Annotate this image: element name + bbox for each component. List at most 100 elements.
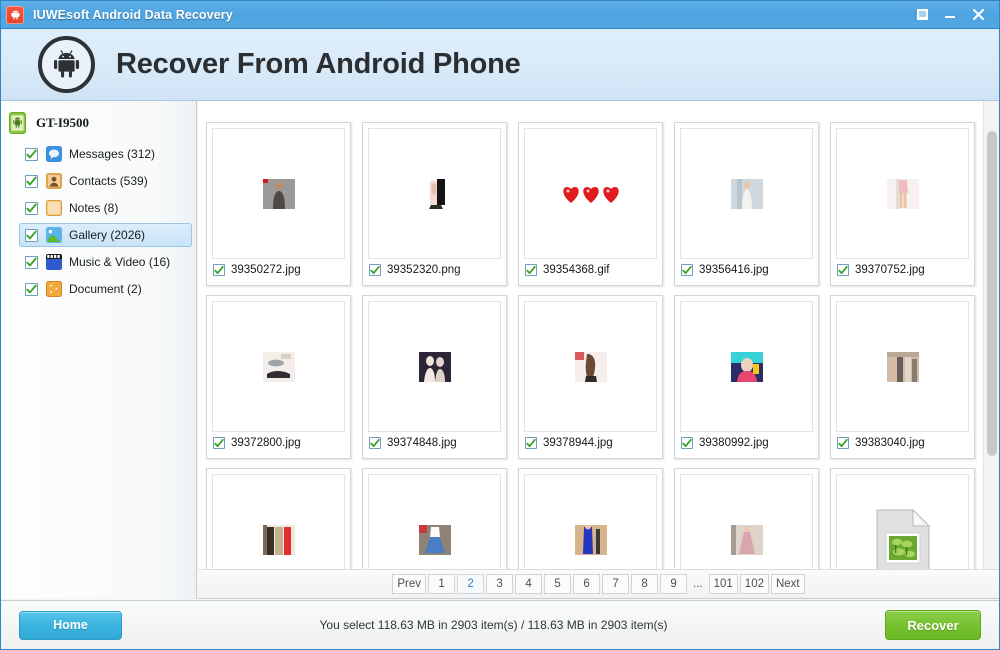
messages-checkbox[interactable] [25,147,38,161]
contacts-checkbox[interactable] [25,174,38,188]
gallery-item-footer: 39350272.jpg [207,259,350,281]
girl-back-photo [574,351,607,382]
check-icon [838,438,848,447]
pagination-page-101[interactable]: 101 [708,574,738,594]
thumbnail-container [368,301,501,432]
check-icon [26,203,37,212]
gallery-item-checkbox[interactable] [369,437,381,449]
sidebar-item-messages[interactable]: Messages (312) [19,142,192,166]
gallery-item-name: 39354368.gif [543,264,610,276]
pagination-page-5[interactable]: 5 [544,574,572,594]
gallery-checkbox[interactable] [25,228,38,242]
gallery-item-checkbox[interactable] [369,264,381,276]
application-window: IUWEsoft Android Data Recovery Recover F… [0,0,1000,650]
sidebar-item-label: Notes (8) [69,201,119,215]
restore-icon [916,9,928,20]
gallery-item[interactable] [362,468,507,569]
gallery-item-footer: 39372800.jpg [207,432,350,454]
red-trousers-photo [262,524,295,555]
minimize-icon [945,15,955,18]
gallery-item-checkbox[interactable] [681,437,693,449]
gallery-item[interactable] [674,468,819,569]
thumbnail-container [680,301,813,432]
thumbnail-container [836,128,969,259]
gallery-item-checkbox[interactable] [837,437,849,449]
pagination-prev[interactable]: Prev [392,574,427,594]
thumbnail-container [212,128,345,259]
sidebar-item-gallery[interactable]: Gallery (2026) [19,223,192,247]
gallery-item[interactable]: 39370752.jpg [830,122,975,286]
gallery-item-checkbox[interactable] [213,437,225,449]
gallery-item-checkbox[interactable] [681,264,693,276]
gallery-item[interactable]: 39372800.jpg [206,295,351,459]
check-icon [682,265,692,274]
content-area: 39350272.jpg 39352320.png 39354368.gif 3… [198,101,999,599]
footer-bar: Home You select 118.63 MB in 2903 item(s… [1,600,999,649]
close-button[interactable] [965,2,991,28]
pagination-page-2[interactable]: 2 [457,574,485,594]
pagination-ellipsis: ... [693,578,703,590]
gallery-item[interactable]: 39378944.jpg [518,295,663,459]
gallery-item-name: 39383040.jpg [855,437,925,449]
messages-icon [46,146,62,162]
gallery-icon [46,227,62,243]
gallery-item-name: 39350272.jpg [231,264,301,276]
check-icon [214,265,224,274]
pink-dress-photo [730,524,763,555]
gallery-item-footer: 39383040.jpg [831,432,974,454]
gallery-item-name: 39374848.jpg [387,437,457,449]
gallery-item-checkbox[interactable] [525,437,537,449]
gallery-item[interactable]: 39354368.gif [518,122,663,286]
gallery-item-checkbox[interactable] [525,264,537,276]
gallery-item-name: 39370752.jpg [855,264,925,276]
sidebar-item-notes[interactable]: Notes (8) [19,196,192,220]
gallery-item[interactable] [206,468,351,569]
recover-button[interactable]: Recover [885,610,981,640]
vertical-scrollbar[interactable] [983,101,999,569]
pagination-next[interactable]: Next [770,574,805,594]
sidebar-item-label: Document (2) [69,282,142,296]
thumbnail-container [524,128,657,259]
pagination-page-7[interactable]: 7 [602,574,630,594]
thumbnail-container [680,128,813,259]
scrollbar-thumb[interactable] [987,131,997,456]
check-icon [370,265,380,274]
check-icon [526,265,536,274]
thumbnail-container [368,474,501,569]
gallery-item[interactable]: 39380992.jpg [674,295,819,459]
pagination-page-8[interactable]: 8 [631,574,659,594]
pagination-page-1[interactable]: 1 [428,574,456,594]
pagination-page-102[interactable]: 102 [739,574,769,594]
check-icon [838,265,848,274]
document-checkbox[interactable] [25,282,38,296]
gallery-item[interactable]: 39383040.jpg [830,295,975,459]
gallery-item-footer: 39356416.jpg [675,259,818,281]
gallery-item[interactable]: 39356416.jpg [674,122,819,286]
gallery-item-checkbox[interactable] [837,264,849,276]
gallery-item-checkbox[interactable] [213,264,225,276]
gallery-item[interactable]: 39352320.png [362,122,507,286]
pagination-page-9[interactable]: 9 [660,574,688,594]
gallery-item[interactable]: 39374848.jpg [362,295,507,459]
minimize-button[interactable] [937,2,963,28]
gallery-item-name: 39356416.jpg [699,264,769,276]
music-video-checkbox[interactable] [25,255,38,269]
gallery-item-footer: 39354368.gif [519,259,662,281]
page-banner: Recover From Android Phone [1,29,999,101]
sidebar-item-document[interactable]: Document (2) [19,277,192,301]
gallery-item[interactable] [830,468,975,569]
sidebar-item-music-video[interactable]: Music & Video (16) [19,250,192,274]
gallery-item[interactable] [518,468,663,569]
sidebar-item-contacts[interactable]: Contacts (539) [19,169,192,193]
pagination-page-4[interactable]: 4 [515,574,543,594]
gallery-item[interactable]: 39350272.jpg [206,122,351,286]
gallery-item-name: 39372800.jpg [231,437,301,449]
pagination-page-6[interactable]: 6 [573,574,601,594]
selection-status: You select 118.63 MB in 2903 item(s) / 1… [319,618,668,632]
device-row[interactable]: GT-I9500 [1,107,196,139]
notes-checkbox[interactable] [25,201,38,215]
page-title: Recover From Android Phone [116,48,521,80]
pagination-page-3[interactable]: 3 [486,574,514,594]
restore-button[interactable] [909,2,935,28]
dress-dark-photo [418,178,451,209]
